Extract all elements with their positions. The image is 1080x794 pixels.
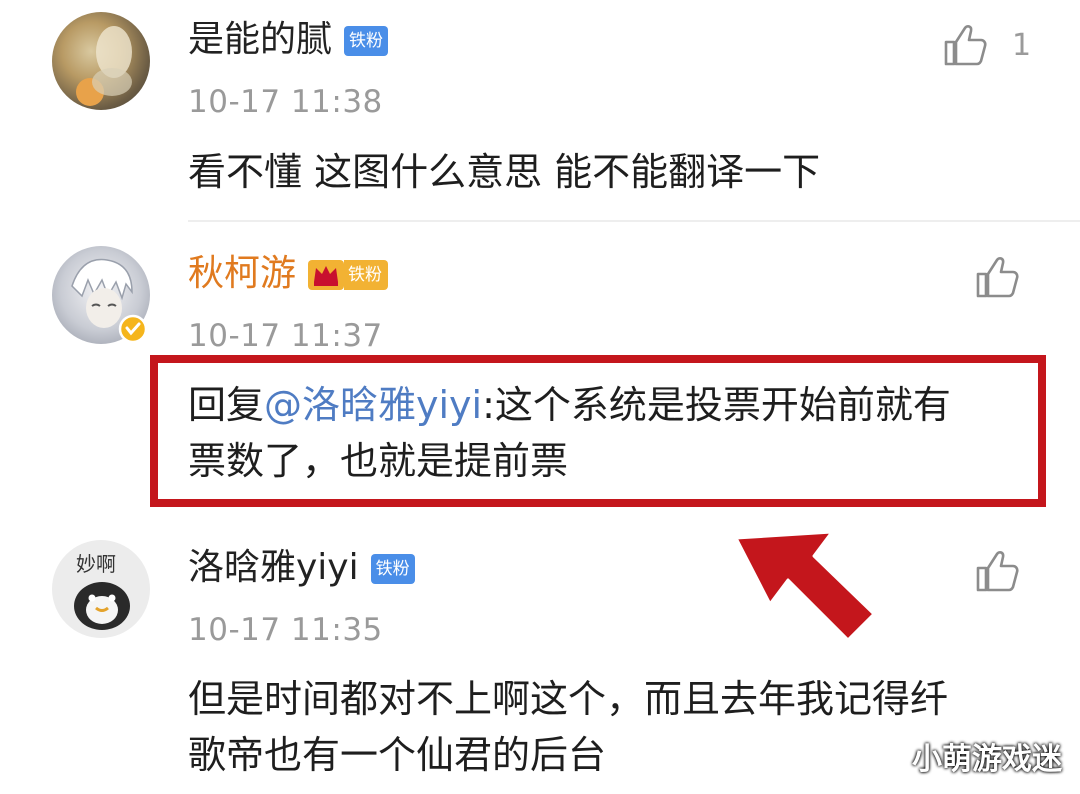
username[interactable]: 是能的腻 铁粉 — [188, 18, 389, 62]
thumbs-up-icon[interactable] — [974, 548, 1020, 594]
crown-icon — [308, 260, 345, 290]
username[interactable]: 秋柯游 铁粉 — [188, 252, 389, 296]
avatar[interactable]: 妙啊 — [52, 540, 150, 638]
fan-badge: 铁粉 — [370, 554, 415, 584]
divider — [188, 220, 1080, 222]
comment-text: 回复@洛晗雅yiyi:这个系统是投票开始前就有 票数了，也就是提前票 — [188, 377, 1028, 489]
username[interactable]: 洛晗雅yiyi 铁粉 — [188, 546, 415, 590]
reply-text: :这个系统是投票开始前就有 — [482, 383, 951, 427]
timestamp: 10-17 11:35 — [188, 612, 383, 648]
fan-badge: 铁粉 — [344, 26, 389, 56]
avatar-caption: 妙啊 — [76, 552, 116, 576]
reply-line-2: 票数了，也就是提前票 — [188, 439, 569, 483]
username-text[interactable]: 洛晗雅yiyi — [188, 547, 359, 588]
timestamp: 10-17 11:37 — [188, 318, 383, 354]
vip-badge: 铁粉 — [308, 258, 389, 292]
arrow-icon — [734, 530, 876, 642]
timestamp: 10-17 11:38 — [188, 84, 383, 120]
fan-badge: 铁粉 — [344, 260, 389, 290]
thumbs-up-icon[interactable] — [942, 22, 988, 68]
avatar-image — [76, 26, 132, 106]
username-text[interactable]: 是能的腻 — [188, 19, 332, 60]
verified-icon — [118, 314, 148, 344]
like-count: 1 — [1012, 28, 1032, 63]
thumbs-up-icon[interactable] — [974, 254, 1020, 300]
reply-line-1: 回复@洛晗雅yiyi:这个系统是投票开始前就有 — [188, 377, 1028, 433]
mention-link[interactable]: @洛晗雅yiyi — [264, 383, 482, 427]
comment-text: 看不懂 这图什么意思 能不能翻译一下 — [188, 150, 821, 194]
avatar[interactable] — [52, 12, 150, 110]
username-text[interactable]: 秋柯游 — [188, 253, 296, 294]
reply-prefix: 回复 — [188, 383, 265, 427]
watermark: 小萌游戏迷 — [912, 742, 1062, 777]
comment-line-1: 但是时间都对不上啊这个，而且去年我记得纤 — [188, 677, 949, 721]
